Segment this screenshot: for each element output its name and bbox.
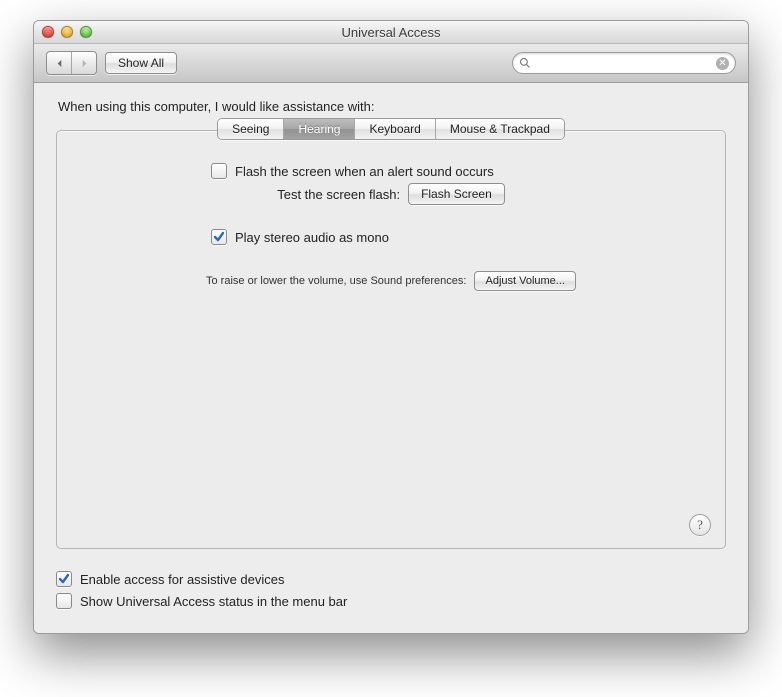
tab-keyboard[interactable]: Keyboard <box>355 119 435 139</box>
window-title: Universal Access <box>34 25 748 40</box>
tab-bar: Seeing Hearing Keyboard Mouse & Trackpad <box>56 118 726 140</box>
chevron-left-icon <box>55 59 64 68</box>
window-controls <box>42 26 92 38</box>
flash-screen-checkbox[interactable] <box>211 163 227 179</box>
tab-group: Seeing Hearing Keyboard Mouse & Trackpad… <box>56 130 726 549</box>
show-all-button[interactable]: Show All <box>105 52 177 74</box>
titlebar: Universal Access <box>34 21 748 44</box>
adjust-volume-button[interactable]: Adjust Volume... <box>474 271 576 291</box>
search-field[interactable]: ✕ <box>512 52 736 74</box>
back-button[interactable] <box>47 52 72 74</box>
menubar-status-row: Show Universal Access status in the menu… <box>56 593 726 609</box>
forward-button[interactable] <box>72 52 96 74</box>
volume-hint-text: To raise or lower the volume, use Sound … <box>206 275 466 287</box>
mono-audio-checkbox[interactable] <box>211 229 227 245</box>
hearing-pane: Flash the screen when an alert sound occ… <box>56 130 726 549</box>
flash-screen-row: Flash the screen when an alert sound occ… <box>211 163 571 179</box>
assistive-devices-row: Enable access for assistive devices <box>56 571 726 587</box>
menubar-status-label: Show Universal Access status in the menu… <box>80 594 347 609</box>
flash-screen-button[interactable]: Flash Screen <box>408 183 505 205</box>
search-input[interactable] <box>535 55 716 71</box>
nav-back-forward <box>46 51 97 75</box>
test-flash-label: Test the screen flash: <box>277 187 400 202</box>
preferences-window: Universal Access Show All ✕ When using t… <box>33 20 749 634</box>
tab-seeing[interactable]: Seeing <box>218 119 284 139</box>
search-icon <box>519 57 531 69</box>
close-window-button[interactable] <box>42 26 54 38</box>
zoom-window-button[interactable] <box>80 26 92 38</box>
mono-audio-row: Play stereo audio as mono <box>211 229 571 245</box>
tab-hearing[interactable]: Hearing <box>284 119 355 139</box>
toolbar: Show All ✕ <box>34 44 748 83</box>
assistive-devices-checkbox[interactable] <box>56 571 72 587</box>
menubar-status-checkbox[interactable] <box>56 593 72 609</box>
test-flash-row: Test the screen flash: Flash Screen <box>211 183 571 205</box>
chevron-right-icon <box>80 59 89 68</box>
assistive-devices-label: Enable access for assistive devices <box>80 572 284 587</box>
flash-screen-label: Flash the screen when an alert sound occ… <box>235 164 494 179</box>
clear-search-button[interactable]: ✕ <box>716 57 729 70</box>
volume-hint-row: To raise or lower the volume, use Sound … <box>151 271 631 291</box>
mono-audio-label: Play stereo audio as mono <box>235 230 389 245</box>
minimize-window-button[interactable] <box>61 26 73 38</box>
intro-text: When using this computer, I would like a… <box>58 99 726 114</box>
footer-options: Enable access for assistive devices Show… <box>56 571 726 609</box>
tab-mouse-trackpad[interactable]: Mouse & Trackpad <box>436 119 564 139</box>
help-button[interactable]: ? <box>689 514 711 536</box>
content-area: When using this computer, I would like a… <box>34 83 748 633</box>
